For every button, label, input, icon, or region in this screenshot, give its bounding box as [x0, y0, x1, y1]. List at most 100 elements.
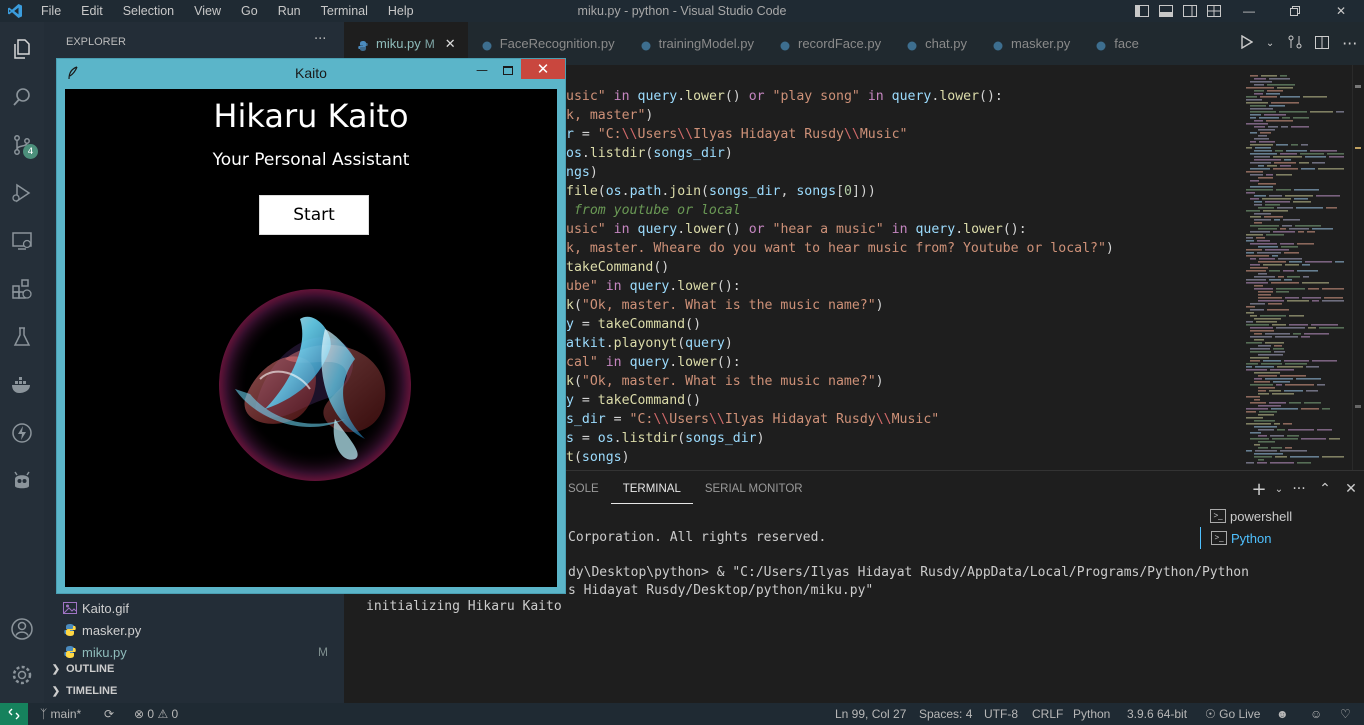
- status-bar: ᛉ main* ⟳ ⊗ 0 ⚠ 0 Ln 99, Col 27 Spaces: …: [0, 703, 1364, 725]
- code-line[interactable]: atkit.playonyt(query): [566, 334, 733, 353]
- code-line[interactable]: s_dir = "C:\\Users\\Ilyas Hidayat Rusdy\…: [566, 410, 939, 429]
- menu-selection[interactable]: Selection: [112, 0, 183, 22]
- kaito-titlebar[interactable]: Kaito — ✕: [57, 59, 565, 87]
- code-line[interactable]: ngs): [566, 163, 598, 182]
- outline-section[interactable]: ❯ OUTLINE: [48, 658, 344, 680]
- source-control-icon[interactable]: 4: [0, 122, 44, 168]
- testing-flask-icon[interactable]: [0, 314, 44, 360]
- editor-scrollbar[interactable]: [1352, 65, 1364, 470]
- docker-icon[interactable]: [0, 362, 44, 408]
- feedback-icon[interactable]: ☺: [1310, 703, 1322, 725]
- tab-masker-py[interactable]: masker.py: [979, 22, 1082, 65]
- code-line[interactable]: k, master"): [566, 106, 653, 125]
- code-line[interactable]: takeCommand(): [566, 258, 669, 277]
- kaito-close-icon[interactable]: ✕: [521, 59, 565, 79]
- code-token: ngs: [566, 165, 590, 180]
- code-line[interactable]: t(songs): [566, 448, 630, 467]
- settings-gear-icon[interactable]: [0, 652, 44, 698]
- more-actions-icon[interactable]: ···: [1286, 481, 1312, 497]
- tab-serial-monitor[interactable]: SERIAL MONITOR: [693, 471, 815, 507]
- menu-help[interactable]: Help: [377, 0, 423, 22]
- minimize-window-icon[interactable]: —: [1226, 0, 1272, 22]
- platformio-icon[interactable]: [0, 458, 44, 504]
- menu-run[interactable]: Run: [267, 0, 310, 22]
- menu-view[interactable]: View: [183, 0, 230, 22]
- code-line[interactable]: k, master. Wheare do you want to hear mu…: [566, 239, 1114, 258]
- accounts-icon[interactable]: [0, 606, 44, 652]
- close-window-icon[interactable]: ✕: [1318, 0, 1364, 22]
- code-line[interactable]: s = os.listdir(songs_dir): [566, 429, 765, 448]
- menu-terminal[interactable]: Terminal: [310, 0, 377, 22]
- code-line[interactable]: from youtube or local: [566, 201, 741, 220]
- code-line[interactable]: file(os.path.join(songs_dir, songs[0])): [566, 182, 876, 201]
- timeline-section[interactable]: ❯ TIMELINE: [48, 680, 344, 702]
- vscode-logo-icon[interactable]: [0, 0, 30, 22]
- code-line[interactable]: usic" in query.lower() or "play song" in…: [566, 87, 1003, 106]
- code-token: cal": [566, 355, 598, 370]
- sync-icon[interactable]: ⟳: [104, 703, 114, 725]
- code-line[interactable]: k("Ok, master. What is the music name?"): [566, 296, 884, 315]
- kaito-minimize-icon[interactable]: —: [469, 59, 495, 81]
- open-changes-icon[interactable]: [1288, 34, 1302, 53]
- new-terminal-icon[interactable]: +: [1246, 479, 1272, 500]
- toggle-panel-icon[interactable]: [1154, 0, 1178, 22]
- branch-indicator[interactable]: ᛉ main*: [40, 703, 81, 725]
- chevron-down-icon[interactable]: ⌄: [1266, 38, 1274, 49]
- code-line[interactable]: ube" in query.lower():: [566, 277, 741, 296]
- tab-trainingmodel-py[interactable]: trainingModel.py: [627, 22, 766, 65]
- code-line[interactable]: k("Ok, master. What is the music name?"): [566, 372, 884, 391]
- encoding[interactable]: UTF-8: [984, 703, 1018, 725]
- python-interpreter[interactable]: 3.9.6 64-bit: [1127, 703, 1187, 725]
- end-of-line[interactable]: CRLF: [1032, 703, 1063, 725]
- extensions-icon[interactable]: [0, 266, 44, 312]
- split-editor-icon[interactable]: [1314, 34, 1329, 53]
- tab-recordface-py[interactable]: recordFace.py: [766, 22, 893, 65]
- code-line[interactable]: os.listdir(songs_dir): [566, 144, 733, 163]
- code-token: =: [573, 127, 598, 142]
- more-actions-icon[interactable]: ···: [314, 32, 326, 47]
- account-status-icon[interactable]: ☻: [1276, 703, 1289, 725]
- terminal-item-powershell[interactable]: >_ powershell: [1200, 505, 1364, 527]
- toggle-secondary-sidebar-icon[interactable]: [1178, 0, 1202, 22]
- tab-chat-py[interactable]: chat.py: [893, 22, 979, 65]
- close-tab-icon[interactable]: ✕: [445, 36, 456, 52]
- run-python-icon[interactable]: [1240, 34, 1253, 53]
- search-icon[interactable]: [0, 74, 44, 120]
- problems-indicator[interactable]: ⊗ 0 ⚠ 0: [134, 703, 178, 725]
- customize-layout-icon[interactable]: [1202, 0, 1226, 22]
- remote-indicator-icon[interactable]: [0, 703, 28, 725]
- language-mode[interactable]: Python: [1073, 703, 1110, 725]
- menu-edit[interactable]: Edit: [70, 0, 112, 22]
- code-line[interactable]: y = takeCommand(): [566, 391, 701, 410]
- tab-face-truncated[interactable]: face: [1082, 22, 1151, 65]
- menu-file[interactable]: File: [30, 0, 70, 22]
- code-line[interactable]: usic" in query.lower() or "hear a music"…: [566, 220, 1027, 239]
- run-debug-icon[interactable]: [0, 170, 44, 216]
- start-button[interactable]: Start: [259, 195, 369, 235]
- go-live-button[interactable]: ☉ Go Live: [1205, 703, 1260, 725]
- cursor-position[interactable]: Ln 99, Col 27: [835, 703, 906, 725]
- notifications-bell-icon[interactable]: ♡: [1340, 703, 1351, 725]
- file-item-masker-py[interactable]: masker.py: [60, 619, 340, 641]
- toggle-sidebar-icon[interactable]: [1130, 0, 1154, 22]
- tab-terminal[interactable]: TERMINAL: [610, 474, 693, 504]
- code-token: \\: [621, 127, 638, 142]
- chevron-down-icon[interactable]: ⌄: [1272, 484, 1286, 495]
- menu-go[interactable]: Go: [230, 0, 267, 22]
- restore-window-icon[interactable]: [1272, 0, 1318, 22]
- close-panel-icon[interactable]: ✕: [1338, 481, 1364, 497]
- indentation[interactable]: Spaces: 4: [919, 703, 972, 725]
- maximize-panel-icon[interactable]: ⌃: [1312, 481, 1338, 497]
- terminal-item-python[interactable]: >_ Python: [1200, 527, 1364, 549]
- thunder-client-icon[interactable]: [0, 410, 44, 456]
- code-line[interactable]: y = takeCommand(): [566, 315, 701, 334]
- file-item-kaito-gif[interactable]: Kaito.gif: [60, 597, 340, 619]
- remote-explorer-icon[interactable]: [0, 218, 44, 264]
- more-actions-icon[interactable]: ···: [1342, 34, 1357, 53]
- code-line[interactable]: r = "C:\\Users\\Ilyas Hidayat Rusdy\\Mus…: [566, 125, 907, 144]
- explorer-icon[interactable]: [0, 26, 44, 72]
- code-line[interactable]: cal" in query.lower():: [566, 353, 741, 372]
- minimap[interactable]: [1240, 65, 1352, 470]
- kaito-maximize-icon[interactable]: [495, 59, 521, 81]
- modified-badge: M: [318, 645, 328, 659]
